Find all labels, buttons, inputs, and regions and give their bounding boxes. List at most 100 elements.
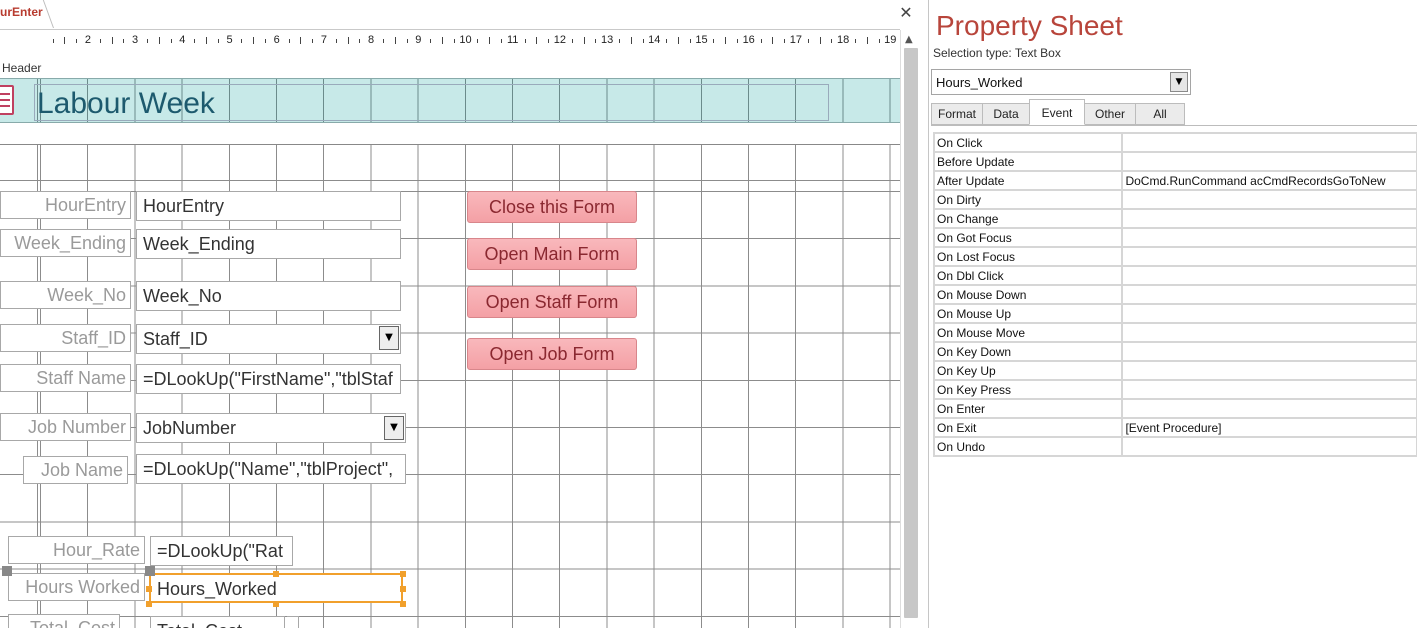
- staff-id-dropdown-icon[interactable]: ▼: [379, 326, 399, 350]
- property-row: On Key Up: [932, 360, 1417, 381]
- property-value[interactable]: [1121, 379, 1417, 400]
- combobox-staff-id[interactable]: Staff_ID: [136, 324, 401, 354]
- label-hour-rate[interactable]: Hour_Rate: [8, 536, 145, 564]
- property-name[interactable]: After Update: [932, 170, 1124, 191]
- move-handle-label[interactable]: [2, 566, 12, 576]
- ruler-tick: [99, 39, 101, 43]
- property-value[interactable]: [1121, 322, 1417, 343]
- scroll-up-icon[interactable]: ▲: [905, 34, 913, 45]
- chevron-down-icon[interactable]: ▼: [1170, 72, 1188, 92]
- label-week-ending[interactable]: Week_Ending: [0, 229, 131, 257]
- label-hourentry[interactable]: HourEntry: [0, 191, 131, 219]
- property-name[interactable]: On Change: [932, 208, 1124, 229]
- property-value[interactable]: [1121, 284, 1417, 305]
- close-document-icon[interactable]: ✕: [897, 3, 915, 22]
- document-tab-label[interactable]: urEnter: [0, 5, 43, 19]
- textbox-hourentry[interactable]: HourEntry: [136, 191, 401, 221]
- property-value[interactable]: [1121, 341, 1417, 362]
- open-job-form-button[interactable]: Open Job Form: [467, 338, 637, 370]
- vertical-scrollbar[interactable]: ▲: [900, 30, 920, 628]
- resize-handle-bottom[interactable]: [273, 601, 279, 607]
- form-title-label[interactable]: Labour Week: [34, 84, 829, 121]
- property-name[interactable]: On Enter: [932, 398, 1124, 419]
- resize-handle-bottom-left[interactable]: [146, 601, 152, 607]
- resize-handle-bottom-right[interactable]: [400, 601, 406, 607]
- ruler-tick: [52, 39, 54, 43]
- resize-handle-right[interactable]: [400, 586, 406, 592]
- scrollbar-thumb[interactable]: [904, 48, 918, 618]
- property-value[interactable]: [Event Procedure]: [1121, 417, 1417, 438]
- property-value[interactable]: [1121, 132, 1417, 153]
- resize-handle-top-right[interactable]: [400, 571, 406, 577]
- tab-format[interactable]: Format: [931, 103, 983, 125]
- property-name[interactable]: On Key Down: [932, 341, 1124, 362]
- combobox-job-number[interactable]: JobNumber: [136, 413, 406, 443]
- property-value[interactable]: [1121, 360, 1417, 381]
- ruler-tick: [76, 39, 78, 43]
- open-staff-form-button[interactable]: Open Staff Form: [467, 286, 637, 318]
- form-logo-icon[interactable]: [0, 85, 14, 115]
- property-value[interactable]: [1121, 303, 1417, 324]
- tab-other[interactable]: Other: [1084, 103, 1136, 125]
- property-name[interactable]: On Click: [932, 132, 1124, 153]
- textbox-hour-rate[interactable]: =DLookUp("Rat: [150, 536, 293, 566]
- property-name[interactable]: On Exit: [932, 417, 1124, 438]
- property-value[interactable]: [1121, 189, 1417, 210]
- selected-control-combo[interactable]: Hours_Worked ▼: [931, 69, 1191, 95]
- textbox-total-cost[interactable]: Total_Cost: [150, 616, 285, 628]
- property-name[interactable]: Before Update: [932, 151, 1124, 172]
- textbox-job-name[interactable]: =DLookUp("Name","tblProject",: [136, 454, 406, 484]
- move-handle-control[interactable]: [145, 566, 155, 576]
- property-name[interactable]: On Lost Focus: [932, 246, 1124, 267]
- ruler-tick: [831, 39, 833, 43]
- open-main-form-button[interactable]: Open Main Form: [467, 238, 637, 270]
- property-value[interactable]: [1121, 265, 1417, 286]
- textbox-week-ending[interactable]: Week_Ending: [136, 229, 401, 259]
- property-value[interactable]: [1121, 151, 1417, 172]
- ruler-tick: [536, 37, 538, 44]
- label-total-cost[interactable]: Total_Cost: [8, 614, 120, 628]
- job-number-dropdown-icon[interactable]: ▼: [384, 416, 404, 440]
- ruler-number: 12: [553, 34, 567, 46]
- selection-type-label: Selection type: Text Box: [933, 46, 1061, 60]
- textbox-staff-name[interactable]: =DLookUp("FirstName","tblStaf: [136, 364, 401, 394]
- ruler-tick: [64, 37, 66, 44]
- property-name[interactable]: On Key Up: [932, 360, 1124, 381]
- tab-all[interactable]: All: [1135, 103, 1185, 125]
- property-name[interactable]: On Dirty: [932, 189, 1124, 210]
- label-staff-name[interactable]: Staff Name: [0, 364, 131, 392]
- property-value[interactable]: [1121, 227, 1417, 248]
- property-value[interactable]: [1121, 246, 1417, 267]
- ruler-tick: [878, 39, 880, 43]
- tab-data[interactable]: Data: [982, 103, 1030, 125]
- property-name[interactable]: On Mouse Move: [932, 322, 1124, 343]
- textbox-hours-worked[interactable]: Hours_Worked: [149, 573, 403, 603]
- close-form-button[interactable]: Close this Form: [467, 191, 637, 223]
- textbox-week-no[interactable]: Week_No: [136, 281, 401, 311]
- ruler-tick: [123, 39, 125, 43]
- ruler-number: 15: [695, 34, 708, 46]
- ruler-tick: [359, 39, 361, 43]
- ruler-tick: [288, 39, 290, 43]
- property-name[interactable]: On Key Press: [932, 379, 1124, 400]
- label-week-no[interactable]: Week_No: [0, 281, 131, 309]
- property-sheet-title: Property Sheet: [936, 10, 1123, 41]
- form-header-band[interactable]: Header: [0, 60, 900, 78]
- tab-event[interactable]: Event: [1029, 99, 1085, 125]
- label-hours-worked[interactable]: Hours Worked: [8, 573, 145, 601]
- property-name[interactable]: On Dbl Click: [932, 265, 1124, 286]
- property-name[interactable]: On Undo: [932, 436, 1124, 457]
- document-tab-strip: urEnter: [0, 0, 900, 30]
- resize-handle-top[interactable]: [273, 571, 279, 577]
- label-staff-id[interactable]: Staff_ID: [0, 324, 131, 352]
- property-name[interactable]: On Got Focus: [932, 227, 1124, 248]
- label-job-number[interactable]: Job Number: [0, 413, 131, 441]
- property-name[interactable]: On Mouse Up: [932, 303, 1124, 324]
- resize-handle-left[interactable]: [146, 586, 152, 592]
- property-value[interactable]: DoCmd.RunCommand acCmdRecordsGoToNew: [1121, 170, 1417, 191]
- property-value[interactable]: [1121, 398, 1417, 419]
- property-name[interactable]: On Mouse Down: [932, 284, 1124, 305]
- property-value[interactable]: [1121, 436, 1417, 457]
- property-value[interactable]: [1121, 208, 1417, 229]
- label-job-name[interactable]: Job Name: [23, 456, 128, 484]
